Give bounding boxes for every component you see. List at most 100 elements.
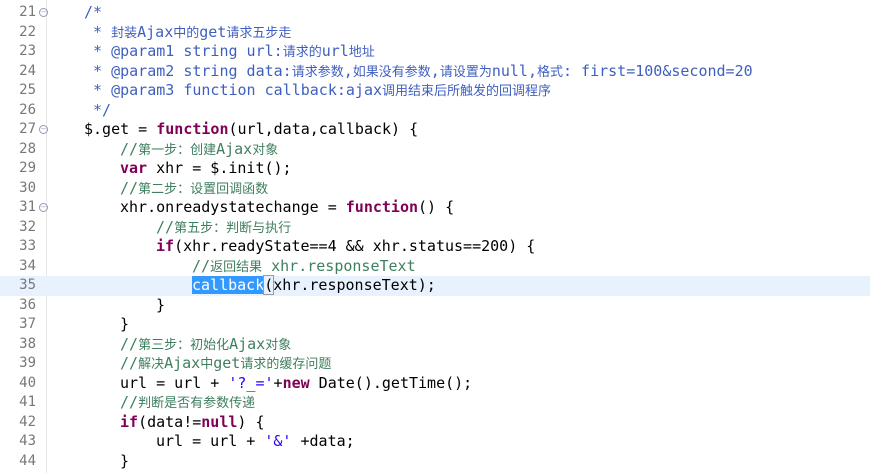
code-token: if [120,412,139,431]
code-token: (xhr.readyState==4 && xhr.status==200) { [174,237,536,255]
code-text: } [120,452,129,472]
code-token: function [345,198,419,216]
fold-toggle-icon[interactable]: − [39,125,48,134]
code-line[interactable]: 23 * @param1 string url:请求的url地址 [0,42,870,62]
code-text: //返回结果 xhr.responseText [192,257,416,278]
line-number: 38 [19,335,36,352]
code-token: //第五步：判断与执行 [156,217,292,236]
code-text: //解决Ajax中get请求的缓存问题 [120,354,331,375]
line-number: 25 [19,82,36,98]
code-line[interactable]: 33 if(xhr.readyState==4 && xhr.status==20… [0,237,870,257]
code-token: */ [84,100,112,119]
code-token: '?_=' [228,373,274,392]
code-token: url = url + [156,432,265,450]
line-number: 21 [19,4,36,20]
code-token: url = url + [120,373,229,392]
code-line[interactable]: 41 //判断是否有参数传递 [0,393,870,413]
code-line[interactable]: 37} [0,315,870,335]
line-number: 22 [19,23,36,40]
code-token: } [156,295,166,314]
fold-toggle-icon[interactable]: − [39,203,48,212]
code-line[interactable]: 42 if(data!=null) { [0,413,870,433]
code-text: * @param1 string url:请求的url地址 [84,42,375,63]
code-text: $.get = function(url,data,callback) { [84,120,418,140]
fold-toggle-icon[interactable]: − [39,8,48,17]
line-number: 33 [19,238,36,254]
code-token: new [282,373,310,392]
code-token: * 封装Ajax中的get请求五步走 [84,22,292,41]
code-line[interactable]: 40 url = url + '?_='+new Date().getTime()… [0,374,870,394]
code-text: } [120,315,129,335]
line-number: 42 [19,413,36,430]
line-number: 40 [19,374,36,391]
code-token: + [273,373,283,392]
code-editor[interactable]: 21−/* 22 * 封装Ajax中的get请求五步走 23 * @param1 s… [0,0,870,473]
code-text: //第一步：创建Ajax对象 [120,140,278,161]
code-token: () { [418,198,455,216]
code-line[interactable]: 26 */ [0,101,870,121]
code-text: //第五步：判断与执行 [156,218,291,239]
line-number: 29 [19,160,36,176]
line-number: 30 [19,179,36,196]
code-line[interactable]: 39 //解决Ajax中get请求的缓存问题 [0,354,870,374]
code-token: xhr = $.init(); [147,159,292,177]
code-token: //返回结果 xhr.responseText [192,256,416,275]
code-line[interactable]: 44} [0,452,870,472]
line-number: 44 [19,452,36,469]
code-token: var [120,159,148,177]
code-token: ( [263,275,275,295]
code-line[interactable]: 22 * 封装Ajax中的get请求五步走 [0,23,870,43]
code-token: //判断是否有参数传递 [120,393,256,411]
code-token: } [120,451,130,470]
code-line[interactable]: 27− $.get = function(url,data,callback) { [0,120,870,140]
line-number: 36 [19,296,36,313]
code-line[interactable]: 32 //第五步：判断与执行 [0,218,870,238]
code-line[interactable]: 28 //第一步：创建Ajax对象 [0,140,870,160]
code-token: //第三步：初始化Ajax对象 [120,334,292,353]
code-text: url = url + '&' +data; [156,432,355,452]
code-line[interactable]: 29 var xhr = $.init(); [0,159,870,179]
code-token: xhr.responseText); [273,276,436,294]
code-token: (data!= [138,412,202,431]
line-number: 34 [19,257,36,274]
code-text: */ [84,101,111,121]
line-number: 32 [19,218,36,235]
code-text: if(data!=null) { [120,413,265,433]
code-token: * @param3 function callback:ajax调用结束后所触发… [84,81,552,99]
code-token: xhr.onreadystatechange = [120,198,346,216]
code-line[interactable]: 35 callback(xhr.responseText); [0,275,870,296]
code-line[interactable]: 36} [0,296,870,316]
code-token: +data; [291,432,355,450]
line-number: 35 [19,277,36,293]
code-line[interactable]: 31− xhr.onreadystatechange = function() { [0,198,870,218]
code-text: } [156,296,165,316]
code-text: xhr.onreadystatechange = function() { [120,198,454,218]
code-token: * @param2 string data:请求参数,如果没有参数,请设置为nu… [84,61,753,80]
line-number: 31 [19,199,36,215]
code-line[interactable]: 25 * @param3 function callback:ajax调用结束后… [0,81,870,101]
line-number: 41 [19,394,36,410]
code-line[interactable]: 21− /* [0,3,870,23]
line-number: 23 [19,43,36,59]
code-token: * @param1 string url:请求的url地址 [84,42,375,60]
code-text: * @param3 function callback:ajax调用结束后所触发… [84,81,551,102]
code-token: /* [84,3,103,21]
code-line[interactable]: 34 //返回结果 xhr.responseText [0,257,870,277]
code-token: null [201,412,238,431]
code-text: url = url + '?_='+new Date().getTime(); [120,374,472,394]
code-line[interactable]: 43 url = url + '&' +data; [0,432,870,452]
code-line[interactable]: 24 * @param2 string data:请求参数,如果没有参数,请设置… [0,62,870,82]
code-token: //第一步：创建Ajax对象 [120,139,279,158]
code-text: //第二步：设置回调函数 [120,179,268,200]
line-number: 28 [19,140,36,157]
code-text: //判断是否有参数传递 [120,393,255,414]
code-line[interactable]: 30 //第二步：设置回调函数 [0,179,870,199]
selected-text: callback [192,276,265,294]
code-text: //第三步：初始化Ajax对象 [120,335,291,356]
code-token: ) { [237,412,265,431]
code-line[interactable]: 38 //第三步：初始化Ajax对象 [0,335,870,355]
line-number: 37 [19,316,36,332]
code-token: if [156,237,175,255]
code-token: //第二步：设置回调函数 [120,178,269,197]
code-token: function [156,120,229,138]
